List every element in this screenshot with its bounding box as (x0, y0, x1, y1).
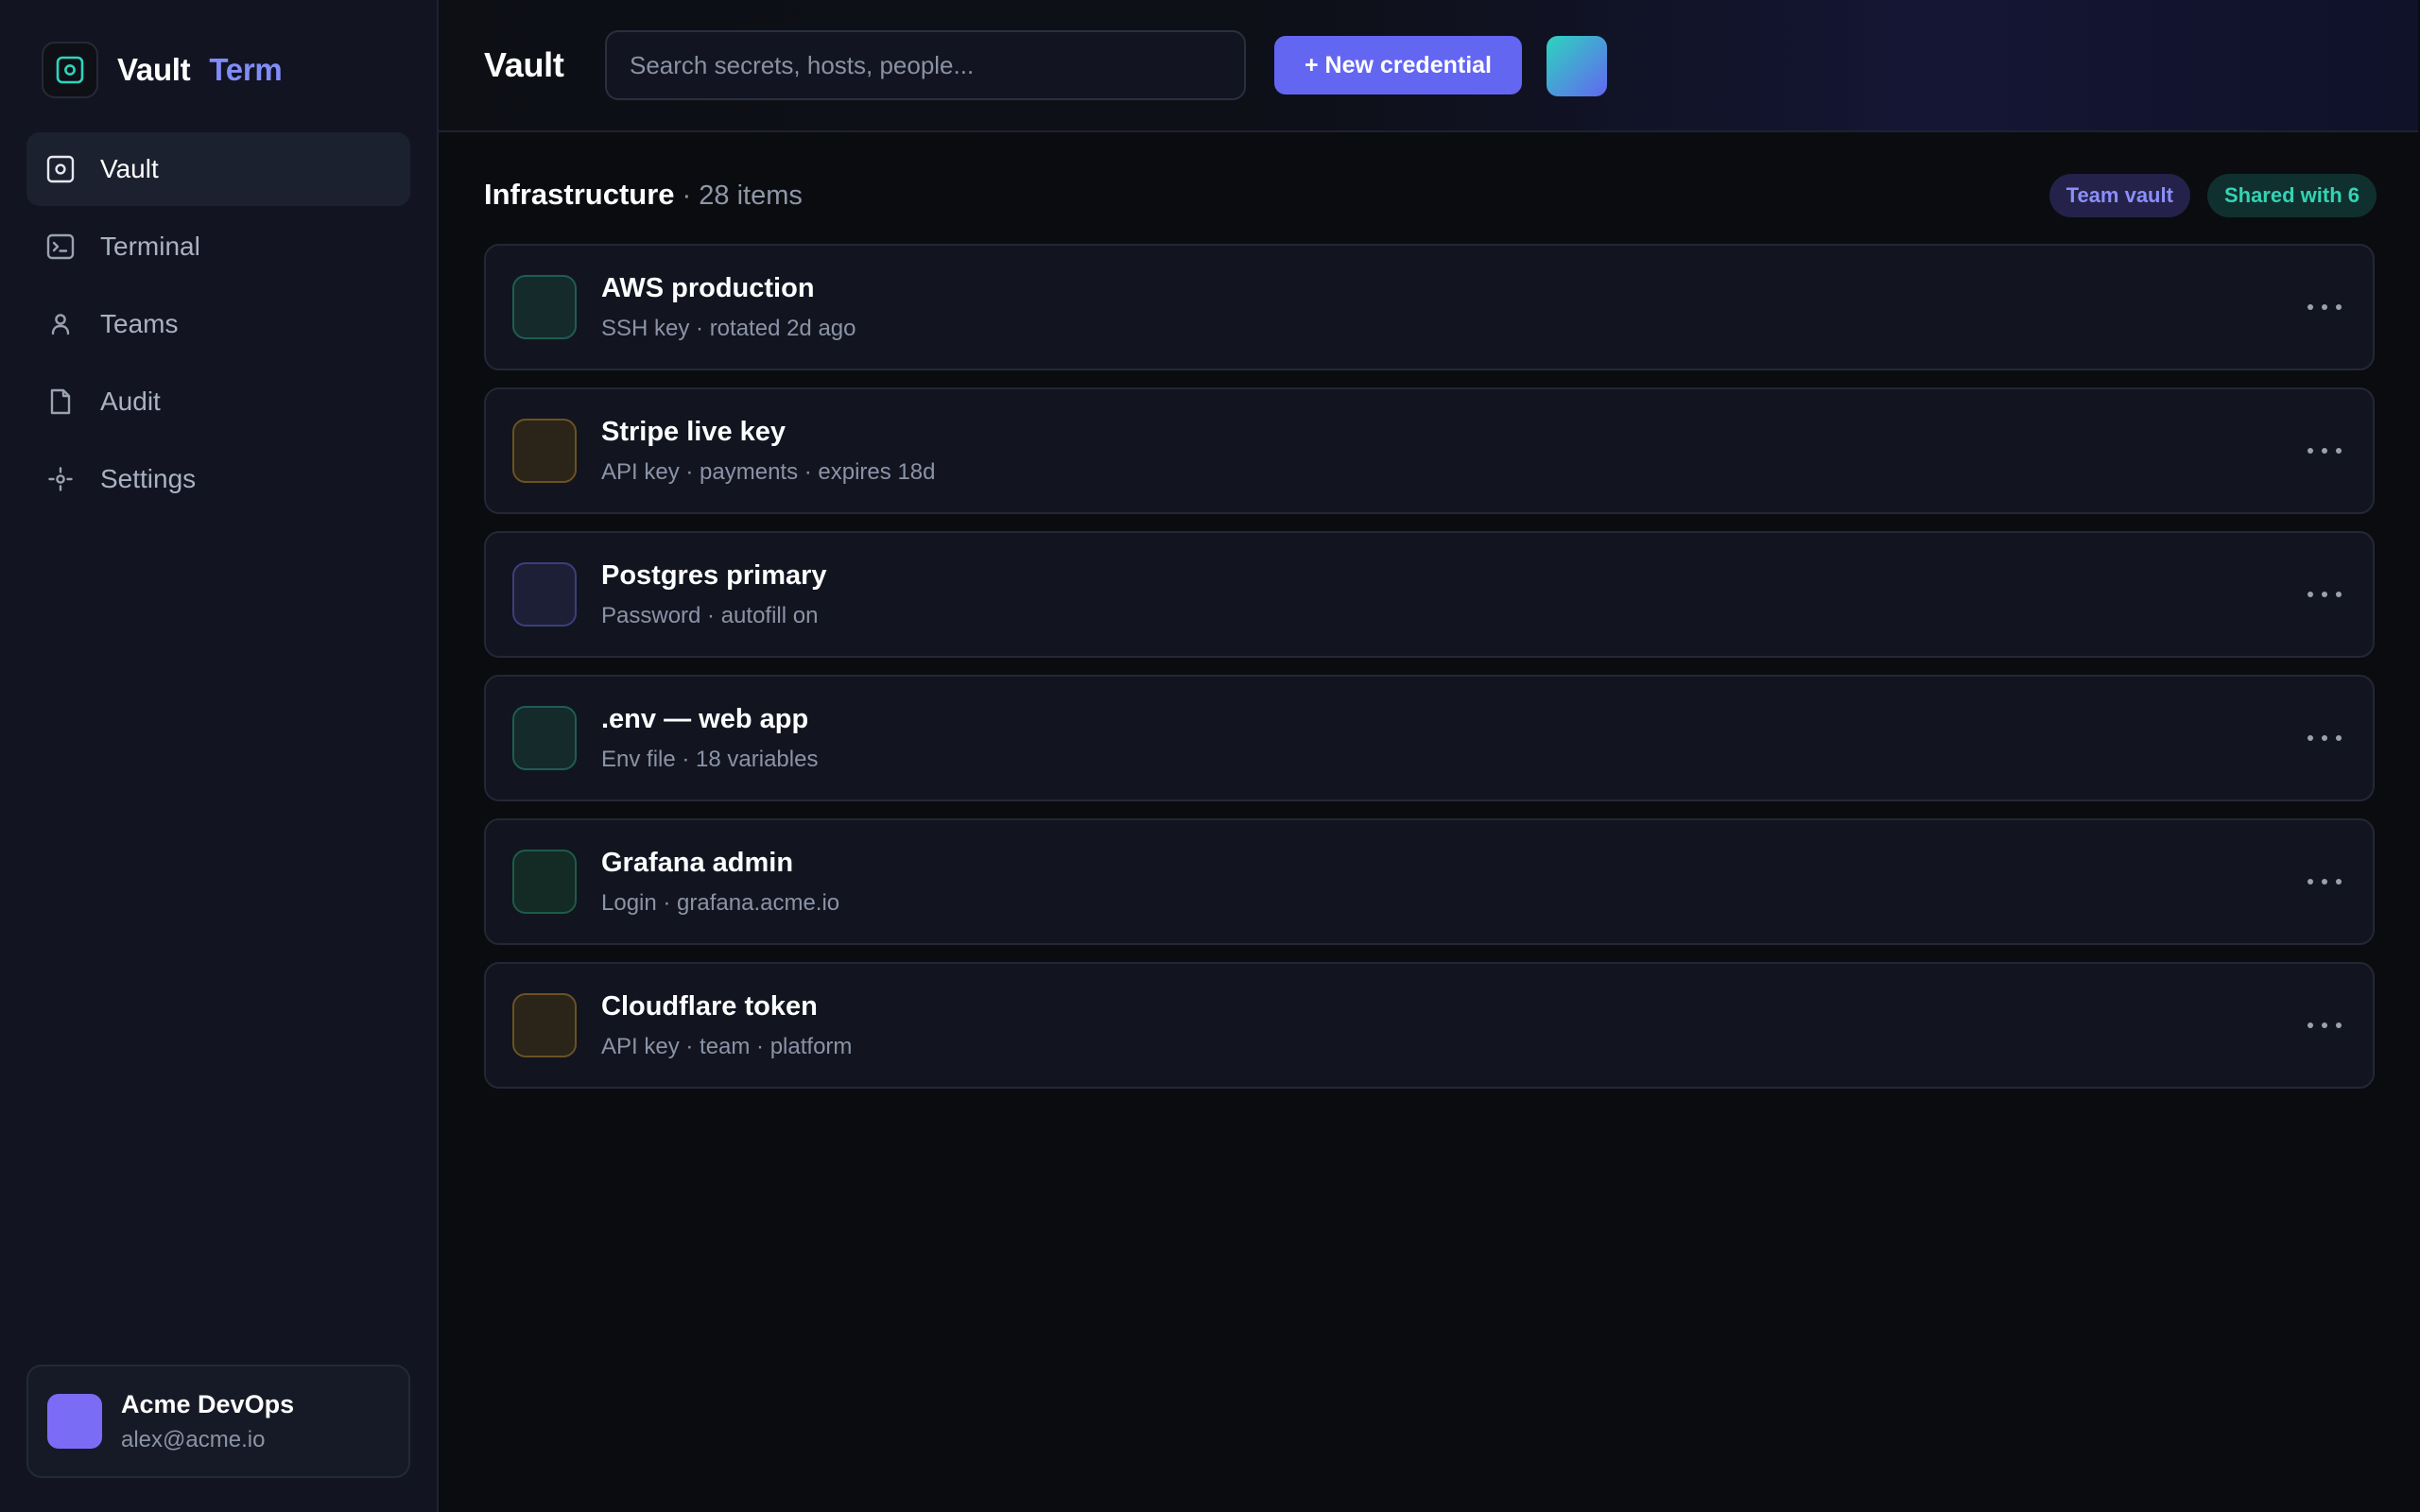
document-icon (45, 387, 76, 417)
more-options-icon[interactable] (2301, 435, 2348, 467)
main-content: Vault + New credential Infrastructure · … (439, 0, 2420, 1512)
credential-text: Stripe live key API key · payments · exp… (601, 417, 935, 486)
list-item[interactable]: Cloudflare token API key · team · platfo… (484, 962, 2375, 1089)
account-info: Acme DevOps alex@acme.io (121, 1390, 294, 1453)
credential-icon (512, 993, 577, 1057)
credential-icon (512, 562, 577, 627)
more-options-icon[interactable] (2301, 722, 2348, 754)
list-item[interactable]: .env — web app Env file · 18 variables (484, 675, 2375, 801)
sidebar-item-terminal[interactable]: Terminal (26, 210, 410, 284)
section-header: Infrastructure · 28 items (484, 178, 803, 212)
account-email: alex@acme.io (121, 1426, 266, 1452)
user-icon (45, 309, 76, 339)
credential-icon (512, 706, 577, 770)
more-options-icon[interactable] (2301, 866, 2348, 898)
section-badges: Team vault Shared with 6 (2048, 174, 2377, 217)
account-switcher[interactable]: Acme DevOps alex@acme.io (26, 1365, 410, 1478)
credential-subtitle: API key · team · platform (601, 1033, 853, 1059)
sidebar-item-label: Terminal (100, 232, 200, 261)
credential-subtitle: Env file · 18 variables (601, 746, 819, 772)
credential-title: Cloudflare token (601, 990, 818, 1022)
list-item[interactable]: AWS production SSH key · rotated 2d ago (484, 244, 2375, 370)
sidebar-item-label: Teams (100, 309, 179, 338)
team-vault-badge: Team vault (2048, 174, 2190, 217)
credential-title: Stripe live key (601, 416, 786, 447)
more-options-icon[interactable] (2301, 1009, 2348, 1041)
credential-text: AWS production SSH key · rotated 2d ago (601, 273, 856, 342)
avatar (47, 1394, 102, 1449)
page-title: Vault (484, 45, 564, 84)
credential-subtitle: Login · grafana.acme.io (601, 889, 840, 916)
credential-title: AWS production (601, 272, 815, 303)
credential-text: Postgres primary Password · autofill on (601, 560, 827, 629)
credential-title: Postgres primary (601, 559, 827, 591)
sidebar-nav: Vault Terminal Teams Audit Settings (26, 132, 410, 520)
sidebar-item-audit[interactable]: Audit (26, 365, 410, 438)
account-name: Acme DevOps (121, 1389, 295, 1418)
gear-icon (45, 464, 76, 494)
credential-text: Cloudflare token API key · team · platfo… (601, 991, 852, 1060)
brand[interactable]: Vault Term (42, 42, 283, 98)
credential-subtitle: API key · payments · expires 18d (601, 458, 936, 485)
sidebar-item-teams[interactable]: Teams (26, 287, 410, 361)
credential-icon (512, 275, 577, 339)
sidebar-item-label: Vault (100, 154, 159, 183)
new-credential-button[interactable]: + New credential (1274, 36, 1522, 94)
credential-list: AWS production SSH key · rotated 2d ago … (484, 244, 2375, 1106)
user-avatar[interactable] (1547, 36, 1607, 96)
more-options-icon[interactable] (2301, 578, 2348, 610)
sidebar-item-settings[interactable]: Settings (26, 442, 410, 516)
sidebar-item-label: Settings (100, 464, 197, 493)
terminal-icon (45, 232, 76, 262)
credential-text: .env — web app Env file · 18 variables (601, 704, 818, 773)
list-item[interactable]: Stripe live key API key · payments · exp… (484, 387, 2375, 514)
credential-subtitle: Password · autofill on (601, 602, 819, 628)
section-title: Infrastructure (484, 178, 675, 211)
app-window: Vault Term Vault Terminal Teams Audit Se… (0, 0, 2420, 1512)
list-item[interactable]: Grafana admin Login · grafana.acme.io (484, 818, 2375, 945)
credential-title: .env — web app (601, 703, 809, 734)
credential-icon (512, 419, 577, 483)
credential-subtitle: SSH key · rotated 2d ago (601, 315, 856, 341)
credential-title: Grafana admin (601, 847, 794, 878)
section-count: · 28 items (682, 180, 803, 211)
credential-text: Grafana admin Login · grafana.acme.io (601, 848, 839, 917)
vault-icon (45, 154, 76, 184)
shared-badge: Shared with 6 (2206, 174, 2377, 217)
brand-name: Vault (117, 52, 191, 87)
top-bar: Vault + New credential (439, 0, 2418, 132)
brand-accent: Term (209, 52, 283, 87)
more-options-icon[interactable] (2301, 291, 2348, 323)
sidebar: Vault Term Vault Terminal Teams Audit Se… (0, 0, 439, 1512)
credential-icon (512, 850, 577, 914)
sidebar-item-vault[interactable]: Vault (26, 132, 410, 206)
list-item[interactable]: Postgres primary Password · autofill on (484, 531, 2375, 658)
vault-logo-icon (42, 42, 98, 98)
sidebar-item-label: Audit (100, 387, 161, 416)
search-input[interactable] (605, 30, 1246, 100)
